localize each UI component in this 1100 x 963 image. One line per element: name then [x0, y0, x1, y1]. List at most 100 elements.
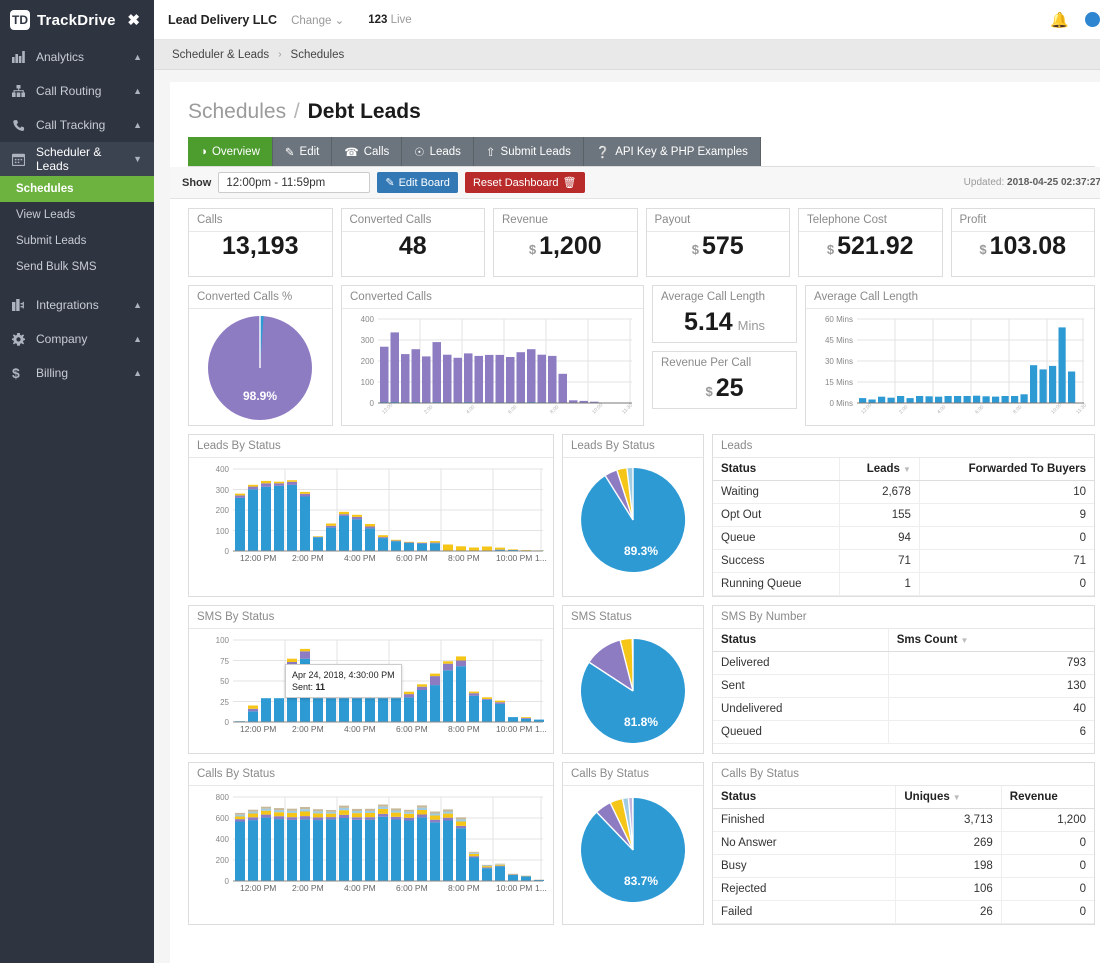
sidebar-item-submit-leads[interactable]: Submit Leads [0, 228, 154, 254]
topbar: Lead Delivery LLC Change ⌄ 123 Live 🔔 ▼ [154, 0, 1100, 40]
sms-row: SMS By Status 100 75 50 25 0 12:00 PM 2:… [188, 605, 1095, 755]
sidebar-item-company[interactable]: Company ▲ [0, 322, 154, 356]
reset-dashboard-label: Reset Dashboard [472, 176, 559, 189]
sms-by-number-table: Status Sms Count ▼ Delivered 793 Sent 13… [713, 629, 1094, 745]
table-row[interactable]: Success 71 71 [713, 549, 1094, 574]
tab-label: Overview [211, 145, 260, 158]
table-row[interactable]: Waiting 2,678 10 [713, 480, 1094, 505]
kpi-title: Converted Calls [341, 209, 484, 233]
trash-icon: 🗑 [562, 177, 577, 190]
tab-bar: ◑ Overview ✎ Edit ☎ Calls ☉ Leads ⇧ Subm… [188, 137, 1095, 168]
topbar-right: 🔔 ▼ [1050, 11, 1100, 29]
table-row[interactable]: Undelivered 40 [713, 697, 1094, 722]
widget-title: Converted Calls [342, 286, 643, 310]
trackdrive-logo-icon: TD [10, 10, 30, 30]
sidebar-sub-label: Send Bulk SMS [16, 261, 97, 273]
column-header-leads[interactable]: Leads ▼ [839, 458, 920, 482]
table-row[interactable]: Busy 198 0 [713, 854, 1094, 879]
chevron-down-icon: ▼ [133, 154, 142, 164]
sidebar-item-view-leads[interactable]: View Leads [0, 202, 154, 228]
table-row[interactable]: Finished 3,713 1,200 [713, 808, 1094, 833]
kpi-value-wrap: $ 521.92 [799, 232, 942, 276]
table-row[interactable]: Running Queue 1 0 [713, 572, 1094, 597]
main-area: Lead Delivery LLC Change ⌄ 123 Live 🔔 ▼ … [154, 0, 1100, 963]
sidebar-item-billing[interactable]: $ Billing ▲ [0, 356, 154, 390]
svg-text:10:00: 10:00 [1050, 402, 1063, 415]
change-account-button[interactable]: Change ⌄ [291, 13, 344, 27]
tab-overview[interactable]: ◑ Overview [188, 137, 273, 167]
breadcrumb-parent[interactable]: Scheduler & Leads [172, 49, 269, 61]
cell-forwarded: 71 [918, 549, 1094, 574]
svg-text:200: 200 [361, 357, 375, 366]
chart-bar-icon [12, 51, 32, 63]
svg-text:6:00: 6:00 [974, 404, 985, 415]
close-icon[interactable]: ✖ [127, 11, 144, 29]
upload-icon: ⇧ [485, 146, 496, 159]
svg-text:12:00 PM: 12:00 PM [240, 883, 276, 893]
svg-text:100: 100 [216, 527, 230, 536]
tab-edit[interactable]: ✎ Edit [272, 137, 333, 167]
page-title-separator: / [293, 100, 300, 123]
column-header-status[interactable]: Status [713, 629, 889, 653]
sidebar-item-call-routing[interactable]: Call Routing ▲ [0, 74, 154, 108]
column-header-sms-count[interactable]: Sms Count ▼ [887, 629, 1094, 653]
stat-column: Average Call Length 5.14 Mins Revenue Pe… [652, 285, 797, 426]
svg-text:12:00 PM: 12:00 PM [240, 724, 276, 734]
svg-text:12:00: 12:00 [860, 402, 873, 415]
tab-api-key-php-examples[interactable]: ❔ API Key & PHP Examples [583, 137, 761, 167]
kpi-card-revenue: Revenue $ 1,200 [493, 208, 638, 278]
svg-text:0: 0 [370, 399, 375, 408]
widget-title: SMS Status [563, 606, 703, 630]
dollar-icon: $ [12, 365, 20, 381]
svg-text:50: 50 [220, 677, 229, 686]
table-row[interactable]: Sent 130 [713, 674, 1094, 699]
svg-text:2:00: 2:00 [898, 404, 909, 415]
time-range-input[interactable] [218, 172, 371, 194]
kpi-value-wrap: $ 575 [647, 232, 790, 276]
tab-submit-leads[interactable]: ⇧ Submit Leads [473, 137, 584, 167]
svg-text:25: 25 [220, 698, 229, 707]
table-row[interactable]: Rejected 106 0 [713, 877, 1094, 902]
reset-dashboard-button[interactable]: Reset Dashboard 🗑 [464, 172, 585, 194]
cell-status: Queue [713, 526, 840, 551]
tab-leads[interactable]: ☉ Leads [402, 137, 474, 167]
column-header-revenue[interactable]: Revenue [1000, 786, 1094, 810]
user-menu-button[interactable]: ▼ [1085, 12, 1100, 27]
tab-calls[interactable]: ☎ Calls [332, 137, 403, 167]
sitemap-icon [12, 85, 32, 97]
column-header-status[interactable]: Status [713, 458, 840, 482]
table-row[interactable]: Queued 6 [713, 720, 1094, 745]
column-header-status[interactable]: Status [713, 786, 896, 810]
sidebar-item-scheduler-leads[interactable]: Scheduler & Leads ▼ [0, 142, 154, 176]
sidebar-item-integrations[interactable]: Integrations ▲ [0, 288, 154, 322]
widget-title: Calls By Status [189, 763, 553, 787]
svg-text:10:00 PM: 10:00 PM [496, 883, 532, 893]
cell-leads: 2,678 [839, 480, 920, 505]
chevron-up-icon: ▲ [133, 86, 142, 96]
sidebar-item-analytics[interactable]: Analytics ▲ [0, 40, 154, 74]
table-row[interactable]: Opt Out 155 9 [713, 503, 1094, 528]
sidebar-item-label: Call Tracking [36, 118, 106, 132]
svg-text:1...: 1... [535, 724, 547, 734]
cell-leads: 155 [839, 503, 920, 528]
sidebar-item-call-tracking[interactable]: Call Tracking ▲ [0, 108, 154, 142]
stat-card-average-call-length: Average Call Length 5.14 Mins [652, 285, 797, 344]
stat-value-wrap: $ 25 [653, 374, 796, 408]
bell-icon[interactable]: 🔔 [1050, 11, 1069, 29]
column-header-forwarded-to-buyers[interactable]: Forwarded To Buyers [918, 458, 1094, 482]
widget-average-call-length-chart: Average Call Length 60 Mins 45 Mins 30 M… [805, 285, 1095, 427]
table-row[interactable]: Failed 26 0 [713, 900, 1094, 925]
table-row[interactable]: Queue 94 0 [713, 526, 1094, 551]
kpi-title: Payout [646, 209, 789, 233]
widget-leads-by-status-pie: Leads By Status 89.3% [562, 434, 704, 598]
phone-icon: ☎ [344, 146, 359, 159]
column-header-uniques[interactable]: Uniques ▼ [895, 786, 1002, 810]
chevron-up-icon: ▲ [133, 52, 142, 62]
edit-board-button[interactable]: ✎ Edit Board [377, 172, 458, 194]
table-row[interactable]: Delivered 793 [713, 651, 1094, 676]
cell-revenue: 0 [1000, 877, 1094, 902]
sidebar-item-send-bulk-sms[interactable]: Send Bulk SMS [0, 254, 154, 280]
table-row[interactable]: No Answer 269 0 [713, 831, 1094, 856]
sidebar-item-schedules[interactable]: Schedules [0, 176, 154, 202]
breadcrumb-current[interactable]: Schedules [291, 49, 345, 61]
